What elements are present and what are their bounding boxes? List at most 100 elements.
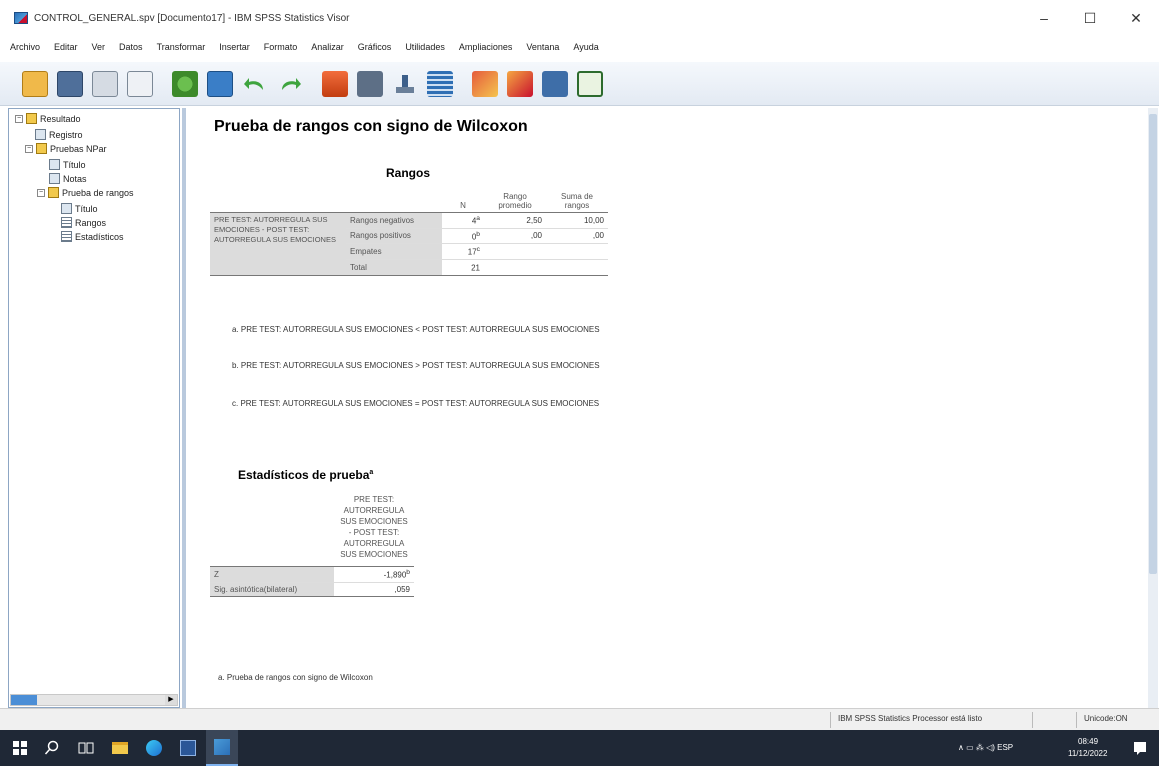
book-icon	[48, 187, 59, 198]
task-view-icon[interactable]	[70, 730, 102, 766]
title-bar: CONTROL_GENERAL.spv [Documento17] - IBM …	[0, 0, 1159, 36]
menu-ver[interactable]: Ver	[92, 42, 106, 52]
clock-time[interactable]: 08:49	[1078, 737, 1098, 746]
menu-archivo[interactable]: Archivo	[10, 42, 40, 52]
chart-icon[interactable]	[427, 70, 453, 97]
tree-item-estadisticos[interactable]: Estadísticos	[61, 231, 124, 242]
table-icon	[61, 231, 72, 242]
cell-sig: ,059	[394, 584, 410, 594]
collapse-icon[interactable]: −	[15, 114, 23, 123]
word-icon[interactable]	[172, 730, 204, 766]
row-label: Sig. asintótica(bilateral)	[210, 582, 334, 597]
outline-pane[interactable]: − Resultado Registro − Pruebas NPar Títu…	[8, 108, 180, 708]
cell-mean	[484, 259, 546, 275]
row-label: Empates	[346, 243, 442, 260]
log-icon	[35, 129, 46, 140]
close-button[interactable]: ✕	[1113, 0, 1159, 36]
dialog-recall-icon[interactable]	[207, 70, 233, 97]
cell-n: 21	[471, 263, 480, 273]
collapse-icon[interactable]: −	[25, 144, 33, 153]
col-sum-ranks: Suma de rangos	[560, 192, 594, 210]
menu-ampliaciones[interactable]: Ampliaciones	[459, 42, 513, 52]
edge-browser-icon[interactable]	[138, 730, 170, 766]
cell-mean	[484, 244, 546, 260]
tree-item-pruebas-npar[interactable]: − Pruebas NPar	[25, 143, 107, 154]
cell-sum: ,00	[592, 231, 604, 241]
tree-item-titulo[interactable]: Título	[49, 159, 86, 170]
spss-taskbar-icon[interactable]	[206, 730, 238, 766]
row-label: Rangos negativos	[346, 212, 442, 229]
search-icon[interactable]	[36, 730, 68, 766]
print-icon[interactable]	[92, 70, 118, 97]
undo-icon[interactable]	[242, 71, 268, 97]
scrollbar-thumb[interactable]	[11, 695, 37, 705]
cell-n: 0b	[471, 230, 480, 242]
menu-insertar[interactable]: Insertar	[219, 42, 250, 52]
menu-ventana[interactable]: Ventana	[526, 42, 559, 52]
menu-transformar[interactable]: Transformar	[157, 42, 206, 52]
notifications-icon[interactable]	[1124, 730, 1156, 766]
designate-window-icon[interactable]	[577, 70, 603, 97]
goto-case-icon[interactable]	[357, 70, 383, 97]
menu-formato[interactable]: Formato	[264, 42, 298, 52]
show-all-icon[interactable]	[542, 70, 568, 97]
output-pane: Prueba de rangos con signo de Wilcoxon R…	[186, 108, 1146, 708]
ranks-table-title: Rangos	[386, 166, 431, 180]
cell-z: -1,890b	[383, 569, 410, 580]
menu-graficos[interactable]: Gráficos	[358, 42, 392, 52]
menu-utilidades[interactable]: Utilidades	[405, 42, 445, 52]
file-explorer-icon[interactable]	[104, 730, 136, 766]
processor-status: IBM SPSS Statistics Processor está listo	[838, 714, 983, 723]
col-mean-rank: Rango promedio	[498, 192, 532, 210]
menu-editar[interactable]: Editar	[54, 42, 78, 52]
col-n: N	[460, 201, 466, 210]
menu-analizar[interactable]: Analizar	[311, 42, 344, 52]
menu-datos[interactable]: Datos	[119, 42, 143, 52]
stats-col-header: PRE TEST: AUTORREGULA SUS EMOCIONES - PO…	[340, 495, 408, 559]
insert-output-icon[interactable]	[472, 70, 498, 97]
scroll-right-icon[interactable]: ▶	[165, 695, 177, 705]
row-label: Rangos positivos	[346, 228, 442, 244]
ranks-footnote-a: a. PRE TEST: AUTORREGULA SUS EMOCIONES <…	[232, 325, 600, 334]
cell-sum	[546, 259, 608, 275]
tree-item-registro[interactable]: Registro	[35, 129, 83, 140]
cell-mean: ,00	[530, 231, 542, 241]
tree-item-rangos[interactable]: Rangos	[61, 217, 106, 228]
minimize-button[interactable]: –	[1021, 0, 1067, 36]
output-vertical-scrollbar[interactable]	[1148, 108, 1158, 708]
row-label: Total	[346, 259, 442, 276]
goto-data-icon[interactable]	[322, 70, 348, 97]
unicode-status: Unicode:ON	[1084, 714, 1128, 723]
stats-table-title: Estadísticos de pruebaa	[238, 468, 374, 482]
cell-n: 17c	[467, 246, 480, 257]
tree-item-notas[interactable]: Notas	[49, 173, 87, 184]
print-preview-icon[interactable]	[127, 70, 153, 97]
row-label: Z	[210, 566, 334, 583]
stats-table[interactable]: PRE TEST: AUTORREGULA SUS EMOCIONES - PO…	[210, 492, 414, 597]
insert-text-icon[interactable]	[507, 70, 533, 97]
menu-ayuda[interactable]: Ayuda	[573, 42, 598, 52]
redo-icon[interactable]	[277, 71, 303, 97]
cell-sum: 10,00	[583, 215, 604, 225]
collapse-icon[interactable]: −	[37, 188, 45, 197]
scrollbar-thumb[interactable]	[1149, 114, 1157, 574]
clock-date[interactable]: 11/12/2022	[1068, 749, 1107, 758]
book-icon	[36, 143, 47, 154]
tree-item-prueba-rangos[interactable]: − Prueba de rangos	[37, 187, 134, 198]
variables-icon[interactable]	[392, 71, 418, 97]
tree-item-titulo-sub[interactable]: Título	[61, 203, 98, 214]
menu-bar: Archivo Editar Ver Datos Transformar Ins…	[0, 36, 1159, 58]
spss-app-icon	[14, 12, 28, 24]
outline-horizontal-scrollbar[interactable]: ▶	[10, 694, 178, 706]
status-bar: IBM SPSS Statistics Processor está listo…	[0, 708, 1159, 730]
windows-start-icon[interactable]	[4, 730, 36, 766]
save-icon[interactable]	[57, 70, 83, 97]
maximize-button[interactable]: ☐	[1067, 0, 1113, 36]
tree-item-resultado[interactable]: − Resultado	[15, 113, 81, 124]
cell-sum	[546, 244, 608, 260]
export-icon[interactable]	[172, 70, 198, 97]
stats-footnote-a: a. Prueba de rangos con signo de Wilcoxo…	[218, 673, 373, 682]
system-tray[interactable]: ∧ ▭ ⁂ ◁) ESP	[958, 743, 1013, 752]
open-icon[interactable]	[22, 70, 48, 97]
ranks-table[interactable]: N Rango promedio Suma de rangos PRE TEST…	[210, 190, 608, 276]
